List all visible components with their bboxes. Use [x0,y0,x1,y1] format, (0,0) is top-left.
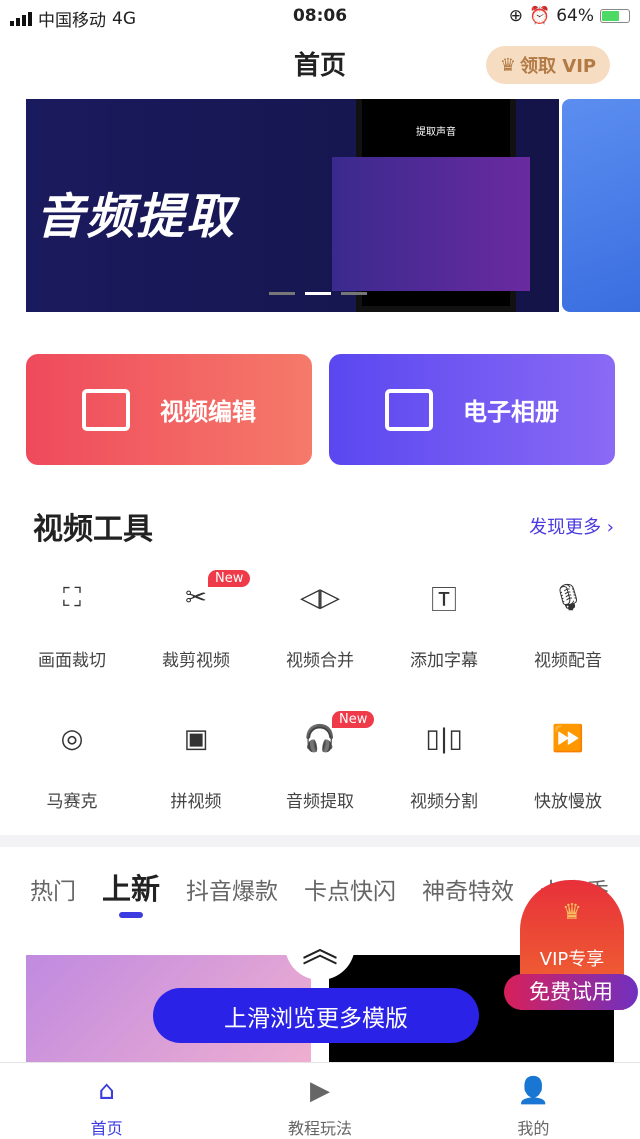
nav-tutorial[interactable]: ▶ 教程玩法 [213,1063,426,1139]
tool-merge[interactable]: ◁▷ 视频合并 [258,578,382,671]
bottom-nav: ⌂ 首页 ▶ 教程玩法 👤 我的 [0,1062,640,1139]
home-icon: ⌂ [98,1076,115,1106]
tool-audio-extract[interactable]: 🎧 New 音频提取 [258,711,382,812]
album-button[interactable]: 电子相册 [329,354,615,465]
status-bar: 中国移动 4G 08:06 ⊕ ⏰ 64% [0,0,640,34]
next-banner[interactable] [562,99,640,312]
divider [0,835,640,847]
tool-crop[interactable]: ⛶ 画面裁切 [10,578,134,672]
vip-crown-logo: ♛ [562,900,582,925]
tool-mosaic[interactable]: ◎ 马赛克 [10,719,134,812]
carousel-indicator [269,292,367,295]
microphone-icon: 🎙 [551,583,585,613]
collage-icon: ▣ [183,724,209,754]
tab-beat[interactable]: 卡点快闪 [304,872,396,906]
new-badge: New [208,570,251,587]
tool-trim[interactable]: ✂ New 裁剪视频 [134,570,258,671]
nav-home[interactable]: ⌂ 首页 [0,1063,213,1139]
image-icon [385,388,433,431]
battery-icon [600,9,630,23]
tool-dub[interactable]: 🎙 视频配音 [506,578,630,671]
tab-hot[interactable]: 热门 [30,872,76,906]
tool-collage[interactable]: ▣ 拼视频 [134,719,258,812]
slide-up-button[interactable]: 上滑浏览更多模版 [153,988,479,1043]
tutorial-icon: ▶ [309,1076,330,1106]
tab-effects[interactable]: 神奇特效 [422,872,514,906]
tool-subtitle[interactable]: 🅃 添加字幕 [382,578,506,672]
alarm-icon: ⏰ [529,6,551,26]
tab-new[interactable]: 上新 [102,866,160,918]
user-icon: 👤 [517,1076,550,1106]
tool-grid: ⛶ 画面裁切 ✂ New 裁剪视频 ◁▷ 视频合并 🅃 添加字幕 🎙 视频配音 ◎ 马赛克 ▣… [10,570,630,812]
header: 首页 ♛ 领取 VIP [0,44,640,88]
banner-title: 音频提取 [36,189,237,245]
edit-icon [82,388,130,431]
text-icon: 🅃 [430,585,457,616]
speed-icon: ⏩ [551,724,585,754]
video-edit-button[interactable]: 视频编辑 [26,354,312,465]
crown-icon: ♛ [499,54,517,76]
get-vip-button[interactable]: ♛ 领取 VIP [486,46,610,84]
section-title: 视频工具 [33,512,153,547]
nav-me[interactable]: 👤 我的 [427,1063,640,1139]
tool-speed[interactable]: ⏩ 快放慢放 [506,719,630,812]
merge-icon: ◁▷ [300,583,340,613]
tab-douyin[interactable]: 抖音爆款 [186,872,278,906]
free-trial-button[interactable]: 免费试用 [504,974,638,1010]
discover-more-link[interactable]: 发现更多 › [529,513,614,539]
mosaic-icon: ◎ [60,724,84,754]
tool-split[interactable]: ▯|▯ 视频分割 [382,719,506,812]
crop-icon: ⛶ [62,582,82,613]
waveform-image [332,157,530,291]
new-badge: New [332,711,375,728]
banner-carousel[interactable]: 音频提取 提取声音 [26,99,559,312]
rotation-lock-icon: ⊕ [508,6,524,26]
split-icon: ▯|▯ [425,724,463,754]
battery-percent: 64% [556,6,594,26]
